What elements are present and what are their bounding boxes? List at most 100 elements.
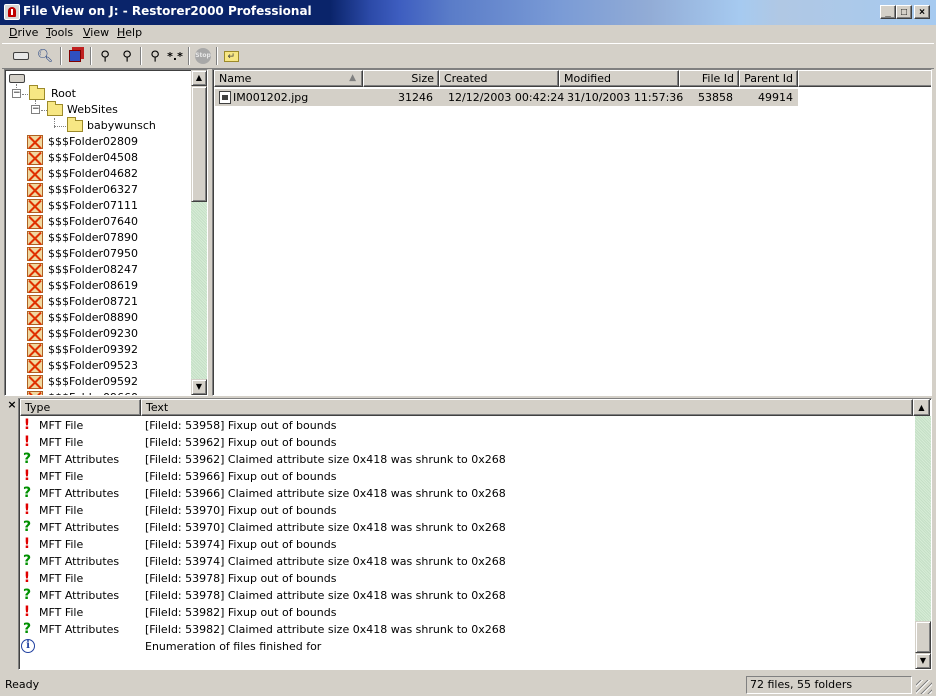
window-title: File View on J: - Restorer2000 Professio… <box>23 4 312 18</box>
mask-icon[interactable]: *.* <box>164 46 186 66</box>
question-icon: ? <box>22 587 32 603</box>
menu-tools[interactable]: Tools <box>46 26 73 39</box>
status-counts: 72 files, 55 folders <box>746 676 912 694</box>
deleted-folder-icon <box>27 247 43 261</box>
log-row[interactable]: ? MFT Attributes [FileId: 53970] Claimed a… <box>19 519 913 536</box>
log-row[interactable]: i Enumeration of files finished for <box>19 638 913 655</box>
col-created[interactable]: Created <box>439 70 559 87</box>
scroll-up-button[interactable]: ▲ <box>913 399 930 416</box>
log-row[interactable]: ? MFT Attributes [FileId: 53982] Claimed a… <box>19 621 913 638</box>
log-row[interactable]: ! MFT File [FileId: 53982] Fixup out of bo… <box>19 604 913 621</box>
log-row[interactable]: ! MFT File [FileId: 53970] Fixup out of bo… <box>19 502 913 519</box>
col-size[interactable]: Size <box>363 70 439 87</box>
log-text: [FileId: 53974] Fixup out of bounds <box>145 538 337 551</box>
reconstruct-icon[interactable] <box>64 46 86 66</box>
toolbar: 🔍︎ ⚲ ⚲ ⚲ *.* Stop ↵ <box>2 43 934 69</box>
log-type: MFT File <box>39 436 84 449</box>
log-text: [FileId: 53970] Fixup out of bounds <box>145 504 337 517</box>
tree-scrollbar[interactable]: ▲ ▼ <box>191 70 207 395</box>
stop-icon[interactable]: Stop <box>192 46 214 66</box>
log-type: MFT Attributes <box>39 589 120 602</box>
deleted-folder-icon <box>27 215 43 229</box>
log-list[interactable]: Type Text ▲ ! MFT File [FileId: 53958] Fix… <box>18 398 932 670</box>
log-row[interactable]: ! MFT File [FileId: 53978] Fixup out of bo… <box>19 570 913 587</box>
menu-help[interactable]: Help <box>117 26 142 39</box>
folder-tree[interactable]: − Root − WebSites babywunsch $$$Folder02… <box>4 69 208 396</box>
folder-icon <box>29 85 45 100</box>
error-icon: ! <box>23 434 31 450</box>
log-type: MFT Attributes <box>39 623 120 636</box>
log-text: [FileId: 53962] Fixup out of bounds <box>145 436 337 449</box>
drive-icon[interactable] <box>10 46 32 66</box>
log-scrollbar[interactable]: ▼ <box>915 416 931 669</box>
deleted-folder-icon <box>27 343 43 357</box>
deleted-folder-icon <box>27 279 43 293</box>
log-text: [FileId: 53974] Claimed attribute size 0… <box>145 555 506 568</box>
file-icon <box>219 91 231 104</box>
scroll-thumb[interactable] <box>915 621 931 653</box>
app-icon[interactable] <box>4 4 20 20</box>
log-row[interactable]: ? MFT Attributes [FileId: 53974] Claimed a… <box>19 553 913 570</box>
minimize-button[interactable]: _ <box>880 5 896 19</box>
error-icon: ! <box>23 570 31 586</box>
scroll-down-button[interactable]: ▼ <box>915 653 931 669</box>
col-text[interactable]: Text <box>141 399 913 416</box>
deleted-folder-icon <box>27 375 43 389</box>
scroll-down-button[interactable]: ▼ <box>191 379 207 395</box>
log-text: [FileId: 53966] Fixup out of bounds <box>145 470 337 483</box>
deleted-folder-icon <box>27 391 43 395</box>
file-list[interactable]: Name ▲ Size Created Modified File Id Par… <box>212 69 932 396</box>
col-parent-id[interactable]: Parent Id <box>739 70 798 87</box>
status-bar: Ready 72 files, 55 folders <box>0 674 936 696</box>
log-type: MFT File <box>39 538 84 551</box>
log-row[interactable]: ? MFT Attributes [FileId: 53978] Claimed a… <box>19 587 913 604</box>
log-type: MFT File <box>39 572 84 585</box>
question-icon: ? <box>22 451 32 467</box>
log-row[interactable]: ? MFT Attributes [FileId: 53966] Claimed a… <box>19 485 913 502</box>
menu-drive[interactable]: Drive <box>9 26 38 39</box>
col-modified[interactable]: Modified <box>559 70 679 87</box>
log-row[interactable]: ! MFT File [FileId: 53962] Fixup out of bo… <box>19 434 913 451</box>
log-row[interactable]: ! MFT File [FileId: 53966] Fixup out of bo… <box>19 468 913 485</box>
log-type: MFT File <box>39 504 84 517</box>
question-icon: ? <box>22 621 32 637</box>
root-expander[interactable]: − <box>12 89 21 98</box>
drive-root-icon[interactable] <box>9 74 25 83</box>
log-row[interactable]: ! MFT File [FileId: 53974] Fixup out of bo… <box>19 536 913 553</box>
find-icon[interactable]: ⚲ <box>94 46 116 66</box>
file-row[interactable]: IM001202.jpg 31246 12/12/2003 00:42:24 3… <box>215 89 798 106</box>
status-ready: Ready <box>5 678 40 691</box>
log-type: MFT File <box>39 470 84 483</box>
scroll-thumb[interactable] <box>191 86 207 202</box>
col-name[interactable]: Name ▲ <box>214 70 363 87</box>
error-icon: ! <box>23 604 31 620</box>
close-button[interactable]: × <box>914 5 930 19</box>
log-row[interactable]: ? MFT Attributes [FileId: 53962] Claimed a… <box>19 451 913 468</box>
find-file-icon[interactable]: ⚲ <box>144 46 166 66</box>
log-pane: × Type Text ▲ ! MFT File [FileId: 53958] F… <box>4 398 932 671</box>
mask-label: *.* <box>167 49 183 63</box>
log-text: [FileId: 53958] Fixup out of bounds <box>145 419 337 432</box>
up-folder-icon[interactable]: ↵ <box>220 46 242 66</box>
resize-grip[interactable] <box>916 680 932 694</box>
log-text: [FileId: 53978] Fixup out of bounds <box>145 572 337 585</box>
websites-expander[interactable]: − <box>31 105 40 114</box>
maximize-button[interactable]: □ <box>896 5 912 19</box>
deleted-folder-icon <box>27 359 43 373</box>
question-icon: ? <box>22 485 32 501</box>
log-text: [FileId: 53982] Fixup out of bounds <box>145 606 337 619</box>
log-close-button[interactable]: × <box>6 399 18 411</box>
col-type[interactable]: Type <box>20 399 141 416</box>
search-drive-icon[interactable]: 🔍︎ <box>34 46 56 66</box>
menu-view[interactable]: View <box>83 26 109 39</box>
deleted-folder-icon <box>27 327 43 341</box>
col-file-id[interactable]: File Id <box>679 70 739 87</box>
log-type: MFT File <box>39 606 84 619</box>
scroll-up-button[interactable]: ▲ <box>191 70 207 86</box>
log-type: MFT Attributes <box>39 453 120 466</box>
deleted-folder-icon <box>27 199 43 213</box>
find-next-icon[interactable]: ⚲ <box>116 46 138 66</box>
log-row[interactable]: ! MFT File [FileId: 53958] Fixup out of bo… <box>19 417 913 434</box>
deleted-folder-icon <box>27 231 43 245</box>
title-bar[interactable]: File View on J: - Restorer2000 Professio… <box>0 0 936 25</box>
